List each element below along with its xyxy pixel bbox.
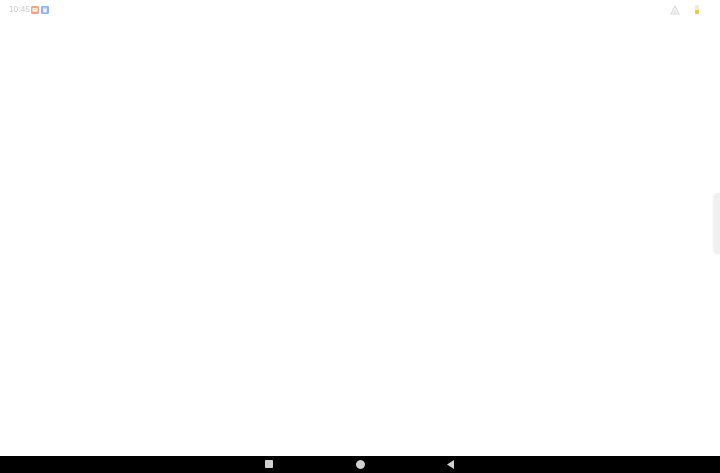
edge-panel-handle[interactable] — [714, 193, 720, 254]
blue-app-notification-icon — [41, 6, 49, 14]
status-time: 10:45 — [9, 5, 31, 14]
triangle-back-icon[interactable] — [446, 459, 455, 470]
orange-app-notification-icon — [31, 6, 39, 14]
square-recents-icon[interactable] — [265, 460, 273, 468]
status-bar: 10:45 — [0, 0, 720, 20]
cell-signal-icon — [670, 5, 680, 15]
navigation-bar — [0, 456, 720, 473]
battery-icon — [695, 5, 699, 14]
circle-home-icon[interactable] — [356, 460, 365, 469]
battery-level — [695, 9, 699, 14]
